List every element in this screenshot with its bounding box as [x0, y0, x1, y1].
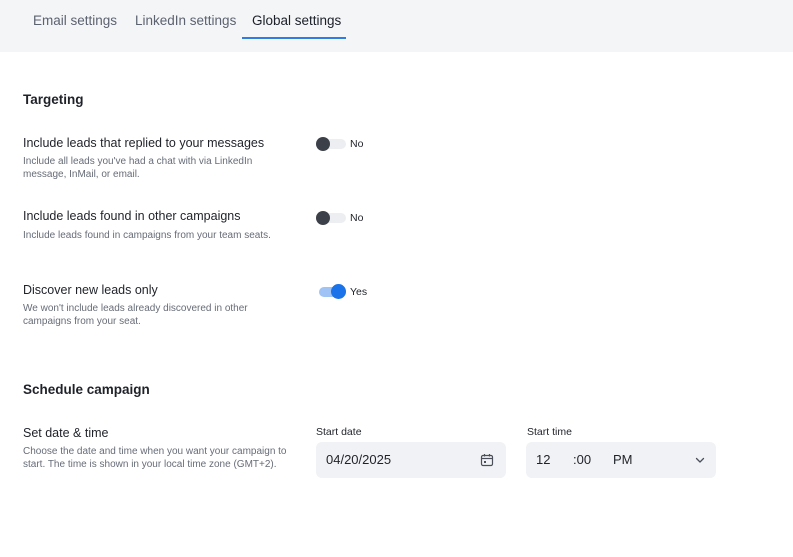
section-title-targeting: Targeting — [23, 92, 84, 107]
toggle-new-leads-only[interactable] — [316, 284, 346, 299]
row-title-other-campaigns: Include leads found in other campaigns — [23, 209, 241, 223]
toggle-knob — [331, 284, 346, 299]
toggle-label-new-leads-only: Yes — [350, 286, 368, 298]
start-time-input[interactable]: 12 :00 PM — [526, 442, 716, 478]
settings-tab-bar: Email settings LinkedIn settings Global … — [0, 0, 793, 52]
toggle-label-replied-leads: No — [350, 138, 364, 150]
start-time-minute[interactable]: :00 — [573, 452, 591, 467]
toggle-label-other-campaigns: No — [350, 212, 364, 224]
toggle-other-campaigns[interactable] — [316, 211, 346, 225]
tab-email-settings[interactable]: Email settings — [23, 13, 127, 29]
row-title-replied-leads: Include leads that replied to your messa… — [23, 136, 265, 150]
start-time-label: Start time — [527, 426, 572, 438]
tab-global-settings[interactable]: Global settings — [242, 13, 351, 29]
toggle-replied-leads[interactable] — [316, 137, 346, 151]
section-title-schedule: Schedule campaign — [23, 382, 150, 397]
tab-linkedin-settings[interactable]: LinkedIn settings — [125, 13, 246, 29]
toggle-knob — [316, 211, 330, 225]
row-description-other-campaigns: Include leads found in campaigns from yo… — [23, 230, 271, 241]
active-tab-indicator — [242, 37, 346, 39]
row-title-new-leads-only: Discover new leads only — [23, 283, 158, 297]
row-title-date-time: Set date & time — [23, 426, 109, 440]
start-time-hour[interactable]: 12 — [536, 452, 550, 467]
row-description-date-time: Choose the date and time when you want y… — [23, 446, 287, 470]
row-description-replied-leads: Include all leads you've had a chat with… — [23, 156, 253, 180]
calendar-icon[interactable] — [480, 453, 494, 467]
toggle-knob — [316, 137, 330, 151]
start-date-value: 04/20/2025 — [326, 452, 392, 467]
row-description-new-leads-only: We won't include leads already discovere… — [23, 303, 248, 327]
chevron-down-icon[interactable] — [694, 454, 706, 466]
start-date-input[interactable]: 04/20/2025 — [316, 442, 506, 478]
start-time-meridiem[interactable]: PM — [613, 452, 633, 467]
start-date-label: Start date — [316, 426, 362, 438]
